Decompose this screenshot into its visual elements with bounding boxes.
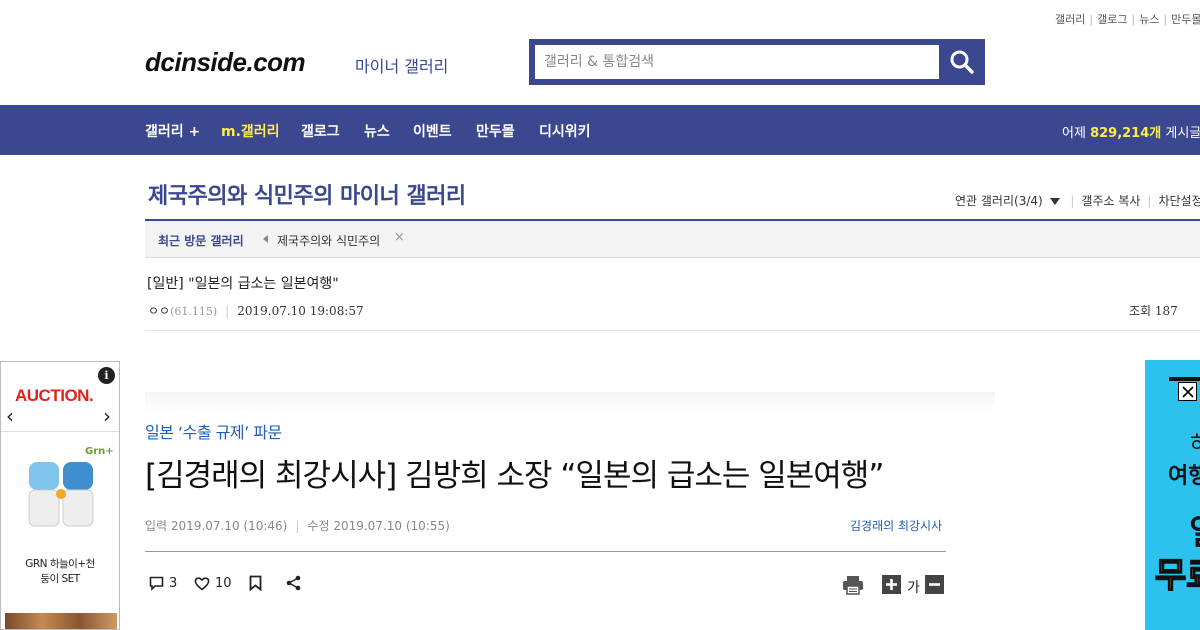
article-dates: 입력 2019.07.10 (10:46) | 수정 2019.07.10 (10:… — [145, 519, 450, 533]
minus-square-icon — [925, 575, 944, 594]
nav-news[interactable]: 뉴스 — [364, 121, 390, 141]
ad-prev-icon[interactable]: ‹ — [6, 406, 14, 426]
ad-text-4: 무료 — [1154, 555, 1200, 597]
ad-text-3: 일 — [1189, 505, 1200, 554]
ad-banner-bar — [1169, 377, 1200, 381]
related-gallery-button[interactable]: 연관 갤러리(3/4) — [955, 194, 1063, 208]
site-logo[interactable]: dcinside.com — [145, 47, 306, 78]
search-box — [529, 39, 985, 85]
gallery-title[interactable]: 제국주의와 식민주의 마이너 갤러리 — [148, 178, 466, 210]
ad-text-2: 여행 — [1168, 464, 1200, 489]
product-bottles-image — [28, 462, 94, 527]
copy-address-button[interactable]: 갤주소 복사 — [1081, 194, 1140, 208]
ad-next-icon[interactable]: › — [103, 406, 111, 426]
search-icon — [950, 50, 974, 74]
post-title: [일반] "일본의 급소는 일본여행" — [147, 276, 339, 292]
search-input[interactable] — [535, 45, 939, 79]
ad-close-button[interactable] — [1178, 382, 1197, 401]
share-button[interactable] — [286, 575, 301, 595]
right-banner-ad[interactable]: 하 여행 일 무료 — [1145, 360, 1200, 630]
gallery-tools: 연관 갤러리(3/4) | 갤주소 복사 | 차단설정 — [955, 192, 1200, 209]
nav-mall[interactable]: 만두몰 — [476, 121, 515, 141]
font-increase-button[interactable] — [882, 575, 901, 598]
caret-down-icon — [1049, 198, 1060, 205]
font-size-label: 가 — [907, 580, 920, 596]
article-capture: 일본 ‘수출 규제’ 파문 [김경래의 최강시사] 김방희 소장 “일본의 급소… — [145, 392, 995, 630]
search-button[interactable] — [939, 39, 985, 85]
comment-button[interactable]: 3 — [149, 576, 177, 591]
top-link-mall[interactable]: 만두몰 — [1171, 13, 1200, 26]
ad-caption-line2: 둥이 SET — [40, 573, 80, 585]
article-kicker: 일본 ‘수출 규제’ 파문 — [145, 423, 282, 442]
daily-post-stats: 어제 829,214개 게시글 — [1062, 122, 1200, 141]
nav-gallery[interactable]: 갤러리 + — [145, 121, 200, 141]
top-links: 갤러리 | 갤로그 | 뉴스 | 만두몰 — [1055, 13, 1200, 26]
main-nav: 갤러리 + m.갤러리 갤로그 뉴스 이벤트 만두몰 디시위키 어제 829,2… — [0, 105, 1200, 155]
share-icon — [286, 575, 301, 591]
top-link-gallery[interactable]: 갤러리 — [1055, 13, 1085, 26]
article-modify-date: 수정 2019.07.10 (10:55) — [307, 519, 450, 533]
comment-count: 3 — [169, 576, 178, 591]
top-link-gallog[interactable]: 갤로그 — [1097, 13, 1127, 26]
post-views: 조회 187 — [1129, 304, 1178, 318]
recent-galleries-label[interactable]: 최근 방문 갤러리 — [158, 232, 244, 249]
plus-square-icon — [882, 575, 901, 594]
recent-gallery-item[interactable]: 제국주의와 식민주의 — [277, 232, 380, 249]
auction-logo: AUCTION. — [15, 386, 94, 405]
recent-prev-arrow-icon[interactable] — [263, 235, 268, 243]
stats-value: 829,214개 — [1090, 126, 1162, 141]
ad-text-1: 하 — [1190, 427, 1200, 459]
site-logo-sub[interactable]: 마이너 갤러리 — [355, 53, 448, 77]
ad-info-icon[interactable]: i — [98, 367, 115, 384]
top-link-news[interactable]: 뉴스 — [1139, 13, 1159, 26]
stats-suffix: 게시글 — [1165, 126, 1200, 141]
block-settings-button[interactable]: 차단설정 — [1158, 194, 1200, 208]
bookmark-icon — [249, 575, 262, 592]
nav-event[interactable]: 이벤트 — [413, 121, 452, 141]
like-count: 10 — [215, 576, 232, 591]
close-icon[interactable]: × — [394, 230, 405, 245]
stats-prefix: 어제 — [1062, 126, 1086, 141]
nav-wiki[interactable]: 디시위키 — [539, 121, 591, 141]
article-rule — [145, 551, 946, 552]
font-decrease-button[interactable] — [925, 575, 944, 598]
post-author[interactable]: ㅇㅇ — [148, 304, 170, 318]
nav-m-gallery[interactable]: m.갤러리 — [221, 121, 280, 141]
ad-caption-line1: GRN 하늘이+천 — [25, 558, 95, 570]
ad-next-item-image — [5, 613, 117, 629]
heart-icon — [194, 577, 210, 591]
post-date: 2019.07.10 19:08:57 — [237, 304, 364, 318]
article-input-date: 입력 2019.07.10 (10:46) — [145, 519, 288, 533]
post-author-ip: (61.115) — [170, 305, 218, 318]
article-headline: [김경래의 최강시사] 김방희 소장 “일본의 급소는 일본여행” — [145, 458, 884, 494]
print-icon — [843, 576, 863, 595]
print-button[interactable] — [842, 575, 864, 599]
comment-icon — [149, 576, 164, 591]
close-icon — [1181, 385, 1194, 398]
ad-divider — [1, 431, 119, 432]
article-column-name: 김경래의 최강시사 — [850, 519, 943, 533]
meta-divider — [145, 330, 1200, 331]
left-banner-ad[interactable]: i AUCTION. ‹ › Grn+ GRN 하늘이+천 둥이 SET — [0, 361, 120, 630]
like-button[interactable]: 10 — [194, 576, 232, 591]
ad-caption: GRN 하늘이+천 둥이 SET — [1, 557, 119, 587]
recent-galleries-bar: 최근 방문 갤러리 제국주의와 식민주의 × — [145, 221, 1200, 258]
post-meta: ㅇㅇ(61.115) | 2019.07.10 19:08:57 — [148, 304, 364, 318]
nav-gallog[interactable]: 갤로그 — [301, 121, 340, 141]
bookmark-button[interactable] — [249, 575, 262, 595]
